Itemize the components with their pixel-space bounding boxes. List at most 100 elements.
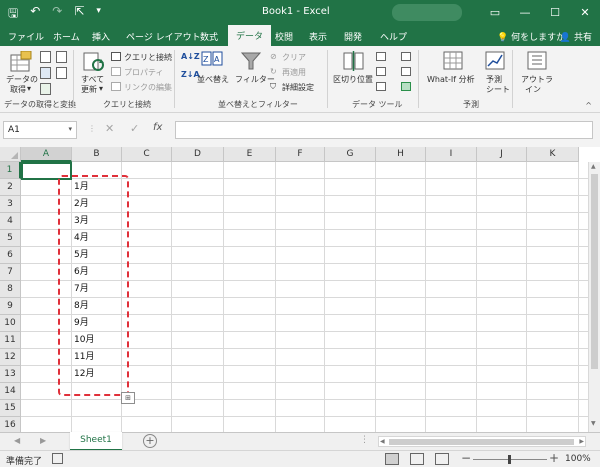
column-header-c[interactable]: C [122,147,172,162]
column-header-d[interactable]: D [172,147,224,162]
tab-developer[interactable]: 開発 [344,30,362,43]
customize-qat-icon[interactable]: ▾ [96,6,101,25]
tab-formulas[interactable]: 数式 [200,30,218,43]
from-web-icon[interactable] [40,67,51,79]
insert-function-icon[interactable]: fx [153,122,162,133]
row-header-6[interactable]: 6 [0,247,21,264]
row-header-3[interactable]: 3 [0,196,21,213]
column-header-g[interactable]: G [325,147,376,162]
sort-button[interactable]: 並べ替え [197,74,229,85]
column-header-f[interactable]: F [276,147,325,162]
relationships-icon[interactable] [401,67,411,76]
next-sheet-icon[interactable]: ▶ [40,436,46,445]
properties-button[interactable]: プロパティ [124,67,164,78]
redo-icon[interactable]: ↷ [52,4,62,25]
sheet-tab-sheet1[interactable]: Sheet1 [70,432,122,451]
macro-record-icon[interactable] [52,453,63,464]
tab-file[interactable]: ファイル [8,30,44,43]
row-header-15[interactable]: 15 [0,400,21,417]
auto-fill-options-icon[interactable]: ⊞ [121,392,135,404]
share-button[interactable]: 👤 共有 [560,30,592,43]
user-account-avatar[interactable] [392,4,462,21]
what-if-analysis-button[interactable]: What-If 分析 [427,74,475,85]
row-header-9[interactable]: 9 [0,298,21,315]
row-header-5[interactable]: 5 [0,230,21,247]
zoom-in-icon[interactable]: + [549,451,559,465]
minimize-button[interactable]: — [510,0,540,25]
normal-view-icon[interactable] [385,453,399,465]
remove-duplicates-icon[interactable] [376,67,386,76]
sort-ascending-icon[interactable]: A↓Z [181,52,200,61]
row-header-1[interactable]: 1 [0,162,21,179]
select-all-button[interactable] [0,147,21,162]
add-sheet-icon[interactable]: + [143,434,157,448]
edit-links-button[interactable]: リンクの編集 [124,82,172,93]
clear-button[interactable]: クリア [282,52,306,63]
row-header-2[interactable]: 2 [0,179,21,196]
page-layout-view-icon[interactable] [410,453,424,465]
what-if-analysis-icon[interactable] [443,51,463,71]
row-header-10[interactable]: 10 [0,315,21,332]
text-to-columns-icon[interactable] [343,51,365,71]
row-header-12[interactable]: 12 [0,349,21,366]
row-header-11[interactable]: 11 [0,332,21,349]
filter-button[interactable]: フィルター [235,74,275,85]
tab-insert[interactable]: 挿入 [92,30,110,43]
save-icon[interactable]: 🖫 [8,4,18,25]
ribbon-display-options-icon[interactable]: ▭ [480,0,510,25]
recent-sources-icon[interactable] [56,51,67,63]
scroll-left-icon[interactable]: ◀ [380,438,385,445]
cancel-icon[interactable]: ✕ [105,122,114,135]
data-validation-icon[interactable] [376,82,386,91]
zoom-level[interactable]: 100% [565,454,591,464]
tab-review[interactable]: 校閲 [275,30,293,43]
flash-fill-icon[interactable] [376,52,386,61]
queries-connections-button[interactable]: クエリと接続 [124,52,172,63]
data-model-icon[interactable] [401,82,411,91]
tell-me-search[interactable]: 💡 何をしますか [497,30,565,43]
zoom-out-icon[interactable]: − [461,451,471,465]
tab-home[interactable]: ホーム [53,30,80,43]
maximize-button[interactable]: ☐ [540,0,570,25]
row-header-16[interactable]: 16 [0,417,21,432]
worksheet-grid[interactable]: ABCDEFGHIJK 1 2 3 4 5 6 7 8 9 10 11 12 13 14 15 16 1月 2月… [0,147,600,432]
horizontal-scroll-thumb[interactable] [389,439,574,445]
column-header-j[interactable]: J [477,147,527,162]
touch-mode-icon[interactable]: ⇱ [74,4,84,25]
page-break-preview-icon[interactable] [435,453,449,465]
row-header-4[interactable]: 4 [0,213,21,230]
scroll-up-icon[interactable]: ▲ [591,163,596,170]
horizontal-scrollbar[interactable]: ◀ ▶ [378,436,586,447]
refresh-all-icon[interactable] [83,51,105,73]
text-to-columns-button[interactable]: 区切り位置 [333,74,373,85]
column-header-b[interactable]: B [72,147,122,162]
row-header-13[interactable]: 13 [0,366,21,383]
name-box[interactable]: A1 ▾ [3,121,77,139]
vertical-scrollbar[interactable]: ▲ ▼ [588,162,600,432]
advanced-filter-button[interactable]: 詳細設定 [282,82,314,93]
from-text-icon[interactable] [40,51,51,63]
close-button[interactable]: ✕ [570,0,600,25]
undo-icon[interactable]: ↶ [30,4,40,25]
zoom-slider-thumb[interactable] [508,455,511,464]
tab-page-layout[interactable]: ページ レイアウト [126,30,201,43]
tab-split-handle-icon[interactable]: ⋮ [360,435,369,445]
collapse-ribbon-icon[interactable]: ^ [585,101,592,110]
formula-input[interactable] [175,121,593,139]
row-header-7[interactable]: 7 [0,264,21,281]
column-header-k[interactable]: K [527,147,579,162]
filter-icon[interactable] [241,51,261,71]
column-header-e[interactable]: E [224,147,276,162]
consolidate-icon[interactable] [401,52,411,61]
tab-view[interactable]: 表示 [309,30,327,43]
outline-icon[interactable] [527,51,547,71]
reapply-button[interactable]: 再適用 [282,67,306,78]
forecast-sheet-icon[interactable] [485,51,505,71]
column-header-i[interactable]: I [426,147,477,162]
column-header-a[interactable]: A [21,147,72,162]
tab-help[interactable]: ヘルプ [380,30,407,43]
column-header-h[interactable]: H [376,147,426,162]
scroll-right-icon[interactable]: ▶ [579,438,584,445]
existing-connections-icon[interactable] [56,67,67,79]
enter-icon[interactable]: ✓ [130,122,139,135]
